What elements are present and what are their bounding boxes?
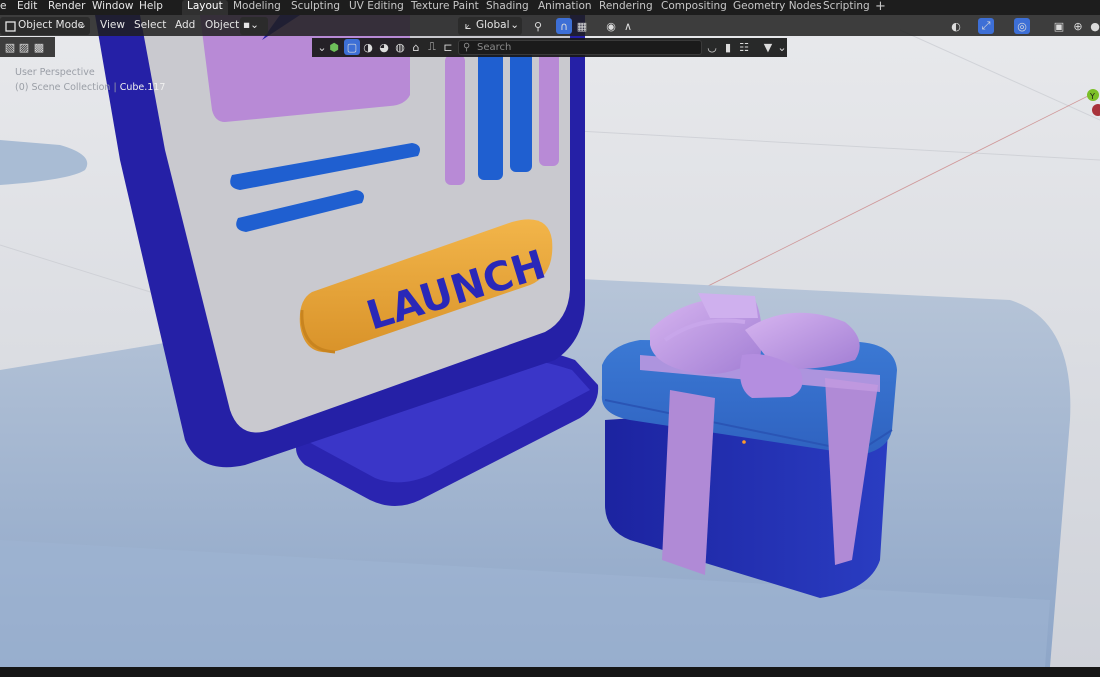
add-menu[interactable]: Add — [170, 17, 200, 35]
data-icon[interactable]: ⊏ — [440, 39, 456, 55]
view-menu[interactable]: View — [95, 17, 130, 35]
orientation-icon: ⟀ — [464, 19, 472, 32]
xray-icon[interactable]: ▣ — [1051, 18, 1067, 34]
world-icon[interactable]: ◍ — [392, 39, 408, 55]
search-placeholder: Search — [477, 42, 512, 53]
collection-path: (0) Scene Collection | — [15, 82, 117, 93]
solid-shading-icon[interactable]: ● — [1087, 18, 1100, 34]
menu-file-partial[interactable]: e — [0, 0, 6, 15]
gizmo-toggle-icon[interactable]: ⤢ — [978, 18, 994, 34]
tab-texture-paint[interactable]: Texture Paint — [406, 0, 484, 15]
top-menu-bar: e Edit Render Window Help Layout Modelin… — [0, 0, 1100, 15]
snap-target-dropdown[interactable]: ▪⌄ — [240, 17, 268, 35]
3d-viewport[interactable]: LAUNCH Y Object Mode ⌄ View Select Add O… — [0, 15, 1100, 667]
search-input[interactable]: ⚲ Search — [458, 40, 702, 55]
object-filter-icon[interactable]: ▢ — [344, 39, 360, 55]
tab-geometry-nodes[interactable]: Geometry Nodes — [728, 0, 827, 15]
visibility-eye-icon[interactable]: ◐ — [948, 18, 964, 34]
light-icon[interactable]: ◕ — [376, 39, 392, 55]
tab-rendering[interactable]: Rendering — [594, 0, 658, 15]
gizmo-y-label: Y — [1089, 92, 1095, 101]
orientation-label: Global — [476, 19, 510, 31]
pivot-icon[interactable]: ⚲ — [530, 18, 546, 34]
bookmark-icon[interactable]: ▮ — [720, 39, 736, 55]
search-icon: ⚲ — [463, 42, 471, 53]
menu-help[interactable]: Help — [139, 0, 163, 15]
sort-icon[interactable]: ◡ — [704, 39, 720, 55]
object-mode-icon — [2, 18, 18, 34]
constraint-icon[interactable]: ⎍ — [424, 39, 440, 55]
scene-collection-icon[interactable]: ⬢ — [326, 39, 342, 55]
tab-animation[interactable]: Animation — [533, 0, 597, 15]
material-icon[interactable]: ◑ — [360, 39, 376, 55]
transform-orientation-dropdown[interactable]: ⟀ Global ⌄ — [458, 17, 522, 35]
object-menu[interactable]: Object — [200, 17, 244, 35]
modifier-icon[interactable]: ⌂ — [408, 39, 424, 55]
tab-sculpting[interactable]: Sculpting — [286, 0, 345, 15]
chevron-down-icon: ⌄ — [510, 19, 519, 31]
perspective-label: User Perspective — [15, 67, 95, 78]
tab-modeling[interactable]: Modeling — [228, 0, 286, 15]
menu-render[interactable]: Render — [48, 0, 85, 15]
wireframe-shading-icon[interactable]: ⊕ — [1070, 18, 1086, 34]
overlays-toggle-icon[interactable]: ◎ — [1014, 18, 1030, 34]
menu-window[interactable]: Window — [92, 0, 133, 15]
mode-label: Object Mode — [18, 19, 85, 31]
select-extend-icon[interactable]: ▨ — [16, 39, 32, 55]
chevron-down-icon[interactable]: ⌄ — [774, 39, 790, 55]
chevron-down-icon: ⌄ — [250, 19, 259, 31]
add-workspace-button[interactable]: + — [870, 0, 891, 15]
menu-edit[interactable]: Edit — [17, 0, 37, 15]
tab-uv-editing[interactable]: UV Editing — [344, 0, 409, 15]
snap-grid-icon[interactable]: ▦ — [574, 18, 590, 34]
tab-shading[interactable]: Shading — [481, 0, 534, 15]
snap-magnet-icon[interactable]: ∩ — [556, 18, 572, 34]
hierarchy-icon[interactable]: ☷ — [736, 39, 752, 55]
bottom-status-bar — [0, 667, 1100, 677]
tab-scripting[interactable]: Scripting — [818, 0, 875, 15]
select-menu[interactable]: Select — [129, 17, 171, 35]
active-object-name: Cube.117 — [119, 82, 166, 93]
tab-compositing[interactable]: Compositing — [656, 0, 732, 15]
viewport-scene: LAUNCH Y — [0, 15, 1100, 667]
select-subtract-icon[interactable]: ▩ — [31, 39, 47, 55]
tab-layout[interactable]: Layout — [182, 0, 228, 15]
chevron-down-icon: ⌄ — [78, 19, 87, 31]
mode-dropdown[interactable]: Object Mode ⌄ — [0, 17, 90, 35]
proportional-edit-icon[interactable]: ◉ — [603, 18, 619, 34]
collection-label: (0) Scene Collection | Cube.117 — [15, 82, 165, 93]
falloff-icon[interactable]: ∧ — [620, 18, 636, 34]
